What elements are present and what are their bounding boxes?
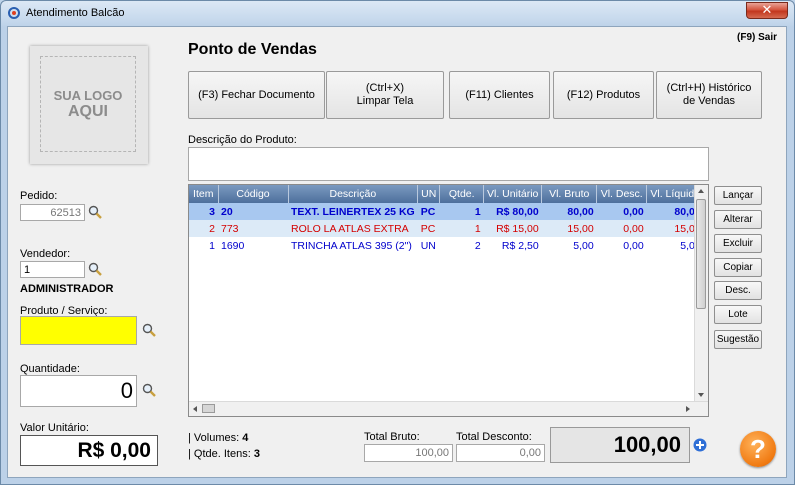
total-liquido: 100,00 [550,427,690,463]
produtos-button[interactable]: (F12) Produtos [553,71,654,119]
produto-field[interactable] [20,316,137,345]
volumes-label: | Volumes: [188,432,240,444]
produto-search-icon[interactable] [142,323,156,337]
app-icon [8,7,20,19]
scroll-up-icon[interactable] [698,189,704,193]
question-icon[interactable]: ? [740,431,776,467]
vendedor-name: ADMINISTRADOR [20,283,114,295]
horizontal-scrollbar[interactable] [189,401,708,416]
vendedor-search-icon[interactable] [88,262,102,276]
side-button-6[interactable]: Sugestão [714,330,762,349]
cell-unitario: R$ 80,00 [496,205,539,218]
window-title: Atendimento Balcão [26,7,125,19]
descricao-label: Descrição do Produto: [188,134,297,146]
vendedor-field[interactable] [20,261,85,278]
column-header[interactable]: Qtde. [439,185,485,203]
close-button[interactable]: ✕ [746,2,788,19]
cell-descricao: ROLO LA ATLAS EXTRA [291,222,409,235]
pedido-label: Pedido: [20,190,58,202]
historico-vendas-button[interactable]: (Ctrl+H) Histórico de Vendas [656,71,762,119]
quantidade-label: Quantidade: [20,363,80,375]
descricao-field[interactable] [188,147,709,181]
side-button-0[interactable]: Lançar [714,186,762,205]
cell-unitario: R$ 2,50 [501,239,539,252]
quantidade-field[interactable] [20,375,137,407]
table-row[interactable]: 2 773 ROLO LA ATLAS EXTRA PC 1 R$ 15,00 15,00 0… [189,220,704,237]
cell-desc: 0,00 [623,205,644,218]
column-header[interactable]: Vl. Desc. [596,185,648,203]
logo-text-2: AQUI [68,102,108,120]
volumes-text: | Volumes: 4 [188,432,248,444]
total-desconto-label: Total Desconto: [456,431,532,443]
items-grid: Item Código Descrição UN Qtde. Vl. Unitário Vl… [189,185,705,254]
items-table[interactable]: Item Código Descrição UN Qtde. Vl. Unitário Vl… [188,184,709,417]
clientes-button[interactable]: (F11) Clientes [449,71,550,119]
cell-qtde: 1 [474,205,481,218]
quantidade-search-icon[interactable] [142,383,156,397]
table-body: 3 20 TEXT. LEINERTEX 25 KG PC 1 R$ 80,00 80,00… [189,203,704,254]
valor-unitario-field: R$ 0,00 [20,435,158,466]
vendedor-label: Vendedor: [20,248,71,260]
cell-item: 3 [209,205,215,218]
page-title: Ponto de Vendas [188,41,317,58]
cell-descricao: TRINCHA ATLAS 395 (2") [291,239,412,252]
total-bruto-field: 100,00 [364,444,453,462]
cell-qtde: 2 [474,239,481,252]
table-header: Item Código Descrição UN Qtde. Vl. Unitário Vl… [189,185,705,203]
cell-desc: 0,00 [623,222,644,235]
cell-unitario: R$ 15,00 [496,222,539,235]
cell-un: UN [420,239,436,252]
cell-codigo: 20 [221,205,233,218]
column-header[interactable]: Vl. Unitário [483,185,543,203]
column-header[interactable]: Item [189,185,219,203]
cell-qtde: 1 [474,222,481,235]
scroll-down-icon[interactable] [698,393,704,397]
exit-hint[interactable]: (F9) Sair [737,32,777,43]
plus-circle-icon[interactable] [693,438,707,452]
cell-un: PC [420,205,436,218]
vertical-scroll-thumb[interactable] [696,199,706,309]
fechar-documento-button[interactable]: (F3) Fechar Documento [188,71,325,119]
itens-text: | Qtde. Itens: 3 [188,448,260,460]
cell-codigo: 773 [221,222,239,235]
logo-placeholder: SUA LOGO AQUI [30,46,148,164]
column-header[interactable]: Vl. Bruto [541,185,598,203]
total-desconto-field: 0,00 [456,444,545,462]
scroll-left-icon[interactable] [193,406,197,412]
column-header[interactable]: Descrição [288,185,419,203]
vertical-scrollbar[interactable] [694,185,708,401]
cell-item: 2 [209,222,215,235]
cell-codigo: 1690 [221,239,245,252]
horizontal-scroll-thumb[interactable] [202,404,215,413]
cell-bruto: 80,00 [567,205,594,218]
title-bar: Atendimento Balcão ✕ [1,1,794,25]
table-row[interactable]: 3 20 TEXT. LEINERTEX 25 KG PC 1 R$ 80,00 80,00… [189,203,704,220]
cell-descricao: TEXT. LEINERTEX 25 KG [291,205,415,218]
side-button-3[interactable]: Copiar [714,258,762,277]
cell-item: 1 [209,239,215,252]
column-header[interactable]: Código [218,185,289,203]
side-button-1[interactable]: Alterar [714,210,762,229]
valor-unitario-label: Valor Unitário: [20,422,89,434]
scroll-right-icon[interactable] [686,406,690,412]
side-button-2[interactable]: Excluir [714,234,762,253]
cell-bruto: 5,00 [573,239,594,252]
cell-desc: 0,00 [623,239,644,252]
pedido-field[interactable] [20,204,85,221]
cell-bruto: 15,00 [567,222,594,235]
table-row[interactable]: 1 1690 TRINCHA ATLAS 395 (2") UN 2 R$ 2,50 5,0… [189,237,704,254]
itens-label: | Qtde. Itens: [188,448,251,460]
pedido-search-icon[interactable] [88,205,102,219]
total-bruto-label: Total Bruto: [364,431,420,443]
limpar-tela-button[interactable]: (Ctrl+X) Limpar Tela [326,71,444,119]
logo-text-1: SUA LOGO [53,87,123,103]
side-button-5[interactable]: Lote [714,305,762,324]
main-panel: SUA LOGO AQUI Pedido: Vendedor: ADMINIST… [7,26,787,478]
itens-value: 3 [253,448,260,460]
cell-un: PC [420,222,436,235]
application-window: Atendimento Balcão ✕ SUA LOGO AQUI Pedid… [0,0,795,485]
volumes-value: 4 [242,432,249,444]
side-button-4[interactable]: Desc. [714,281,762,300]
column-header[interactable]: UN [417,185,441,203]
